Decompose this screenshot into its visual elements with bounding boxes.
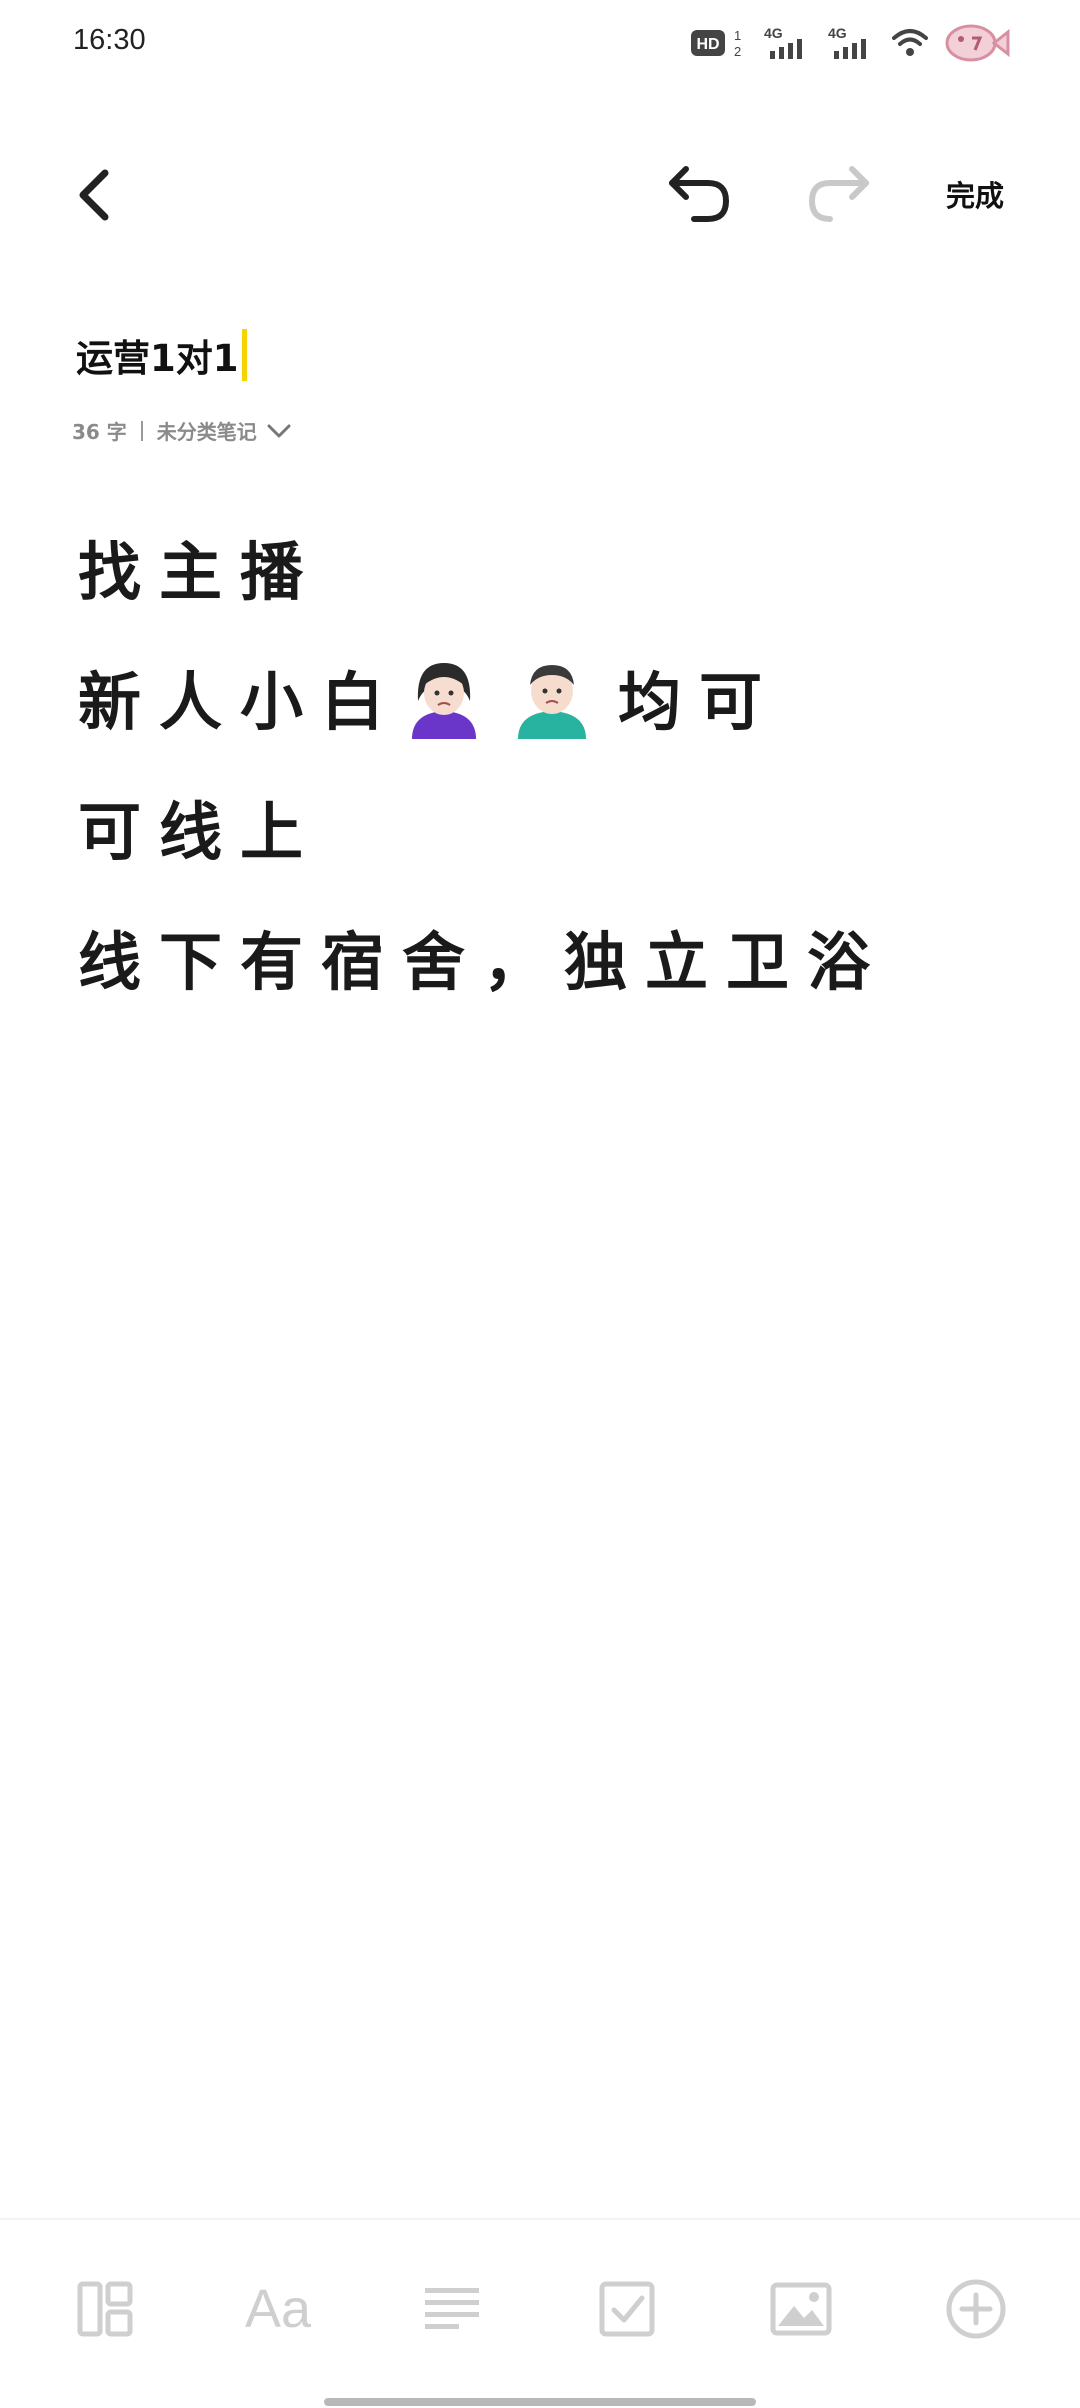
note-title[interactable]: 运营1对1 — [76, 328, 247, 382]
layout-button[interactable] — [60, 2264, 150, 2354]
hd-sub2: 2 — [734, 44, 741, 59]
category-label: 未分类笔记 — [156, 420, 257, 444]
checkbox-icon — [599, 2281, 655, 2337]
note-line[interactable]: 找主播 — [78, 502, 1028, 632]
fish-app-icon — [944, 20, 1010, 66]
signal-4g-icon: 4G — [826, 23, 876, 63]
paragraph-button[interactable] — [407, 2264, 497, 2354]
hd-sub: 1 — [734, 28, 741, 43]
meta-divider — [140, 420, 143, 441]
hd-voice-icon: HD 1 2 — [690, 26, 748, 60]
back-button[interactable] — [60, 160, 130, 230]
word-count: 36 字 — [72, 420, 127, 444]
undo-icon — [669, 166, 730, 222]
note-line[interactable]: 可线上 — [78, 762, 1028, 892]
note-line-text: 线下有宿舍，独立卫浴 — [78, 925, 888, 999]
man-shrugging-emoji — [510, 655, 594, 739]
note-line[interactable]: 新人小白 均可 — [78, 632, 1028, 762]
hd-label: HD — [696, 36, 719, 53]
wifi-icon — [890, 26, 930, 60]
sim1-label: 4G — [764, 25, 783, 41]
text-caret — [241, 329, 247, 381]
note-line-text: 可线上 — [78, 795, 321, 869]
note-title-text[interactable]: 运营1对1 — [76, 328, 239, 382]
category-selector[interactable]: 未分类笔记 — [157, 416, 291, 445]
sim2-label: 4G — [828, 25, 847, 41]
redo-icon — [808, 166, 869, 222]
redo-button[interactable] — [800, 158, 876, 228]
note-body[interactable]: 找主播 新人小白 均可 可线上 线下有宿舍，独立卫浴 — [78, 502, 1028, 1022]
note-line[interactable]: 线下有宿舍，独立卫浴 — [78, 892, 1028, 1022]
editor-toolbar: 完成 — [0, 150, 1080, 236]
back-icon — [79, 169, 109, 221]
paragraph-icon — [425, 2288, 479, 2329]
note-line-text: 均可 — [618, 665, 780, 739]
home-indicator[interactable] — [324, 2398, 756, 2406]
checkbox-button[interactable] — [582, 2264, 672, 2354]
image-button[interactable] — [756, 2264, 846, 2354]
note-meta: 36 字 未分类笔记 — [72, 416, 291, 445]
font-style-button[interactable]: Aa — [233, 2264, 323, 2354]
image-icon — [770, 2282, 832, 2336]
signal-4g-icon: 4G — [762, 23, 812, 63]
status-time: 16:30 — [73, 24, 146, 56]
undo-button[interactable] — [662, 158, 738, 228]
done-button[interactable]: 完成 — [930, 164, 1020, 224]
bottom-divider — [0, 2218, 1080, 2220]
status-icons: HD 1 2 4G 4G — [690, 20, 1010, 66]
add-icon — [946, 2279, 1006, 2339]
status-bar: 16:30 HD 1 2 4G 4G — [0, 0, 1080, 86]
layout-icon — [77, 2281, 133, 2337]
woman-shrugging-emoji — [402, 655, 486, 739]
note-line-text: 找主播 — [78, 535, 321, 609]
add-button[interactable] — [931, 2264, 1021, 2354]
format-toolbar: Aa — [0, 2264, 1080, 2364]
font-style-icon: Aa — [244, 2279, 312, 2339]
chevron-down-icon — [267, 424, 291, 437]
note-line-text: 新人小白 — [78, 665, 402, 739]
